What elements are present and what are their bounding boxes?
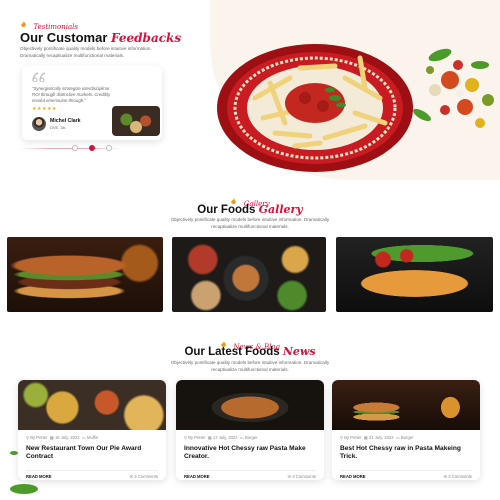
news-author: By Petter [188, 435, 206, 440]
gallery-description-line: Objectively pontificate quality models b… [170, 217, 330, 222]
news-category: Burger [401, 435, 414, 440]
testimonials-description-line: Objectively pontificate quality models b… [20, 46, 152, 51]
comment-icon: ✉ [443, 474, 448, 479]
news-category: Burger [245, 435, 258, 440]
calendar-icon: ▦ [363, 435, 368, 440]
folder-icon: ▭ [239, 435, 244, 440]
gallery-description-line: recaptiualize multifunctional materials. [211, 224, 289, 229]
gallery-title-main: Our Foods [197, 204, 256, 216]
gallery-image-pasta[interactable] [336, 237, 493, 312]
news-card-meta: ⚲ By Petter ▦ 21 July, 2022 ▭ Burger [340, 435, 480, 440]
news-date: 21 July, 2022 [368, 435, 394, 440]
testimonial-card: "Synergistically strategize interdiscipl… [22, 66, 162, 140]
news-card-image[interactable] [332, 380, 480, 430]
news-card[interactable]: ⚲ By Petter ▦ 21 July, 2022 ▭ Burger Bes… [332, 380, 480, 480]
news-card-meta: ⚲ By Petter ▦ 16 July, 2022 ▭ Muffin [26, 435, 166, 440]
news-comments-count: 3 Comments [292, 474, 316, 479]
avatar [32, 117, 46, 131]
news-title-accent: News [282, 345, 316, 358]
news-card-title[interactable]: Innovative Hot Chessy raw Pasta Make Cre… [184, 445, 319, 461]
slider-dot[interactable] [106, 145, 112, 151]
reviewer-name: Michel Clark [50, 118, 81, 124]
testimonials-title-accent: Feedbacks [111, 31, 182, 45]
news-comments-count: 3 Comments [134, 474, 158, 479]
gallery-image-dishes[interactable] [172, 237, 326, 312]
reviewer-role: DVE, Dir. [50, 125, 67, 130]
news-comments[interactable]: ✉ 3 Comments [288, 474, 316, 479]
news-card-footer: READ MORE ✉ 3 Comments [184, 470, 316, 479]
leaf-decoration [10, 451, 38, 494]
slider-pagination [70, 145, 120, 151]
news-date: 16 July, 2022 [54, 435, 80, 440]
news-card-title[interactable]: Best Hot Chessy raw in Pasta Makeing Tri… [340, 445, 475, 461]
testimonials-description: Objectively pontificate quality models b… [20, 45, 220, 59]
news-card-image[interactable] [18, 380, 166, 430]
comment-icon: ✉ [129, 474, 134, 479]
read-more-link[interactable]: READ MORE [340, 474, 366, 479]
gallery-title-accent: Gallery [258, 203, 303, 216]
testimonial-quote: "Synergistically strategize interdiscipl… [32, 86, 132, 104]
news-author: By Petter [344, 435, 362, 440]
read-more-link[interactable]: READ MORE [184, 474, 210, 479]
news-date: 17 July, 2022 [212, 435, 238, 440]
user-icon: ⚲ [340, 435, 344, 440]
news-title: Our Latest Foods News [0, 345, 500, 358]
news-card[interactable]: ⚲ By Petter ▦ 17 July, 2022 ▭ Burger Inn… [176, 380, 324, 480]
star-rating: ★★★★★ [32, 106, 57, 112]
slider-dot-active[interactable] [89, 145, 95, 151]
testimonials-title-main: Our Customar [20, 30, 108, 45]
news-title-main: Our Latest Foods [184, 346, 280, 358]
news-card-meta: ⚲ By Petter ▦ 17 July, 2022 ▭ Burger [184, 435, 324, 440]
gallery-title: Our Foods Gallery [0, 203, 500, 216]
user-icon: ⚲ [184, 435, 188, 440]
calendar-icon: ▦ [207, 435, 212, 440]
quote-icon [32, 72, 46, 82]
testimonial-quote-line: revolut emerinuine through." [32, 98, 86, 103]
news-description-line: Objectively pontificate quality models b… [170, 360, 330, 365]
vegetables-decoration [413, 48, 494, 128]
comment-icon: ✉ [287, 474, 292, 479]
testimonial-food-image [112, 106, 160, 136]
user-icon: ⚲ [26, 435, 30, 440]
folder-icon: ▭ [81, 435, 86, 440]
folder-icon: ▭ [395, 435, 400, 440]
gallery-description: Objectively pontificate quality models b… [0, 216, 500, 230]
news-description-line: recaptiualize multifunctional materials. [211, 367, 289, 372]
news-comments-count: 3 Comments [448, 474, 472, 479]
testimonials-description-line: Dramatically recaptiualize multifunction… [20, 53, 125, 58]
news-card-footer: READ MORE ✉ 3 Comments [340, 470, 472, 479]
news-comments[interactable]: ✉ 3 Comments [130, 474, 158, 479]
slider-dot[interactable] [72, 145, 78, 151]
news-description: Objectively pontificate quality models b… [0, 359, 500, 373]
news-comments[interactable]: ✉ 3 Comments [444, 474, 472, 479]
news-category: Muffin [87, 435, 99, 440]
pasta-plate-image [217, 44, 413, 172]
gallery-image-burger[interactable] [7, 237, 163, 312]
testimonials-title: Our Customar Feedbacks [20, 30, 181, 45]
news-card-image[interactable] [176, 380, 324, 430]
flame-icon [21, 21, 26, 28]
calendar-icon: ▦ [49, 435, 54, 440]
news-author: By Petter [30, 435, 48, 440]
